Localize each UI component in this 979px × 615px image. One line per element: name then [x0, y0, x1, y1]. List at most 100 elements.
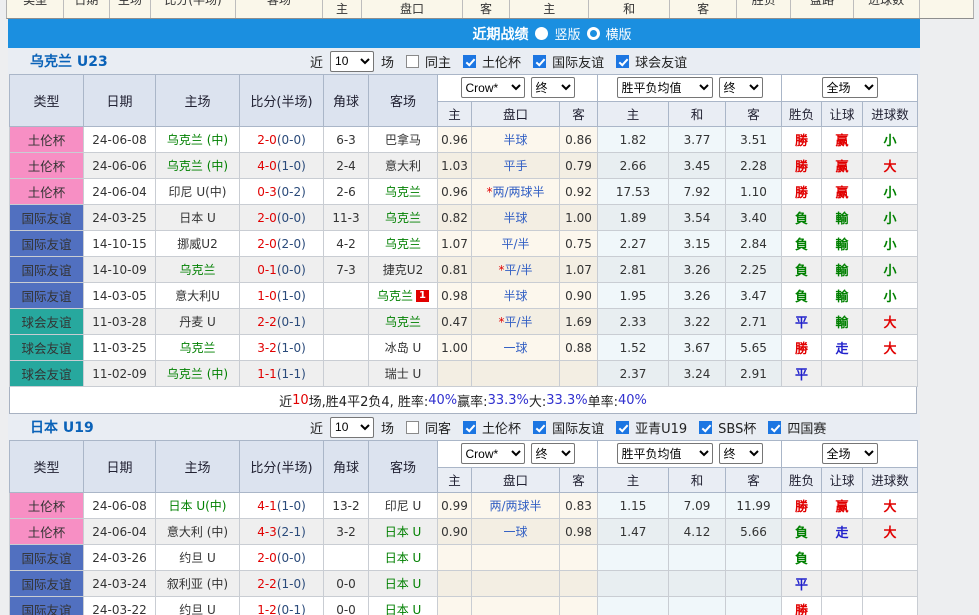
europe-metric-select[interactable]: 胜平负均值 [617, 443, 713, 464]
cell-goals: 小 [863, 231, 918, 257]
fulltime-score: 0-1 [257, 263, 277, 277]
strip-label-7: 客 [463, 0, 509, 18]
cell-euro-home: 1.15 [598, 493, 669, 519]
cell-corners: 0-0 [324, 571, 369, 597]
same-venue-checkbox-ukraine[interactable] [406, 55, 419, 68]
cell-handicap: 走 [822, 519, 863, 545]
cell-asia-home [438, 545, 472, 571]
strip-label-5: 主 [323, 0, 361, 18]
cell-outcome: 平 [782, 361, 822, 387]
cell-euro-home: 17.53 [598, 179, 669, 205]
cell-euro-draw: 3.26 [669, 283, 726, 309]
cell-asia-home [438, 571, 472, 597]
odds-company-select[interactable]: Crow* [461, 77, 525, 98]
competition-checkbox-japan-0[interactable] [463, 421, 476, 434]
competition-label-japan-3: SBS杯 [718, 418, 756, 437]
strip-cell-3: 比分(半场) [151, 0, 236, 18]
cell-handicap-value: 赢 [835, 134, 848, 149]
summary-part-5: 33.3% [488, 393, 529, 408]
halftime-score: (0-2) [277, 185, 306, 199]
cell-handicap: 赢 [822, 127, 863, 153]
cell-outcome-value: 負 [795, 238, 808, 253]
same-venue-checkbox-japan[interactable] [406, 421, 419, 434]
halftime-score: (2-1) [277, 525, 306, 539]
europe-metric-select[interactable]: 胜平负均值 [617, 77, 713, 98]
odds-time-select[interactable]: 终 [531, 443, 575, 464]
cell-score: 2-0(0-0) [240, 127, 324, 153]
cell-score: 1-2(0-1) [240, 597, 324, 615]
cell-goals-value: 小 [883, 186, 896, 201]
competition-checkbox-ukraine-2[interactable] [616, 55, 629, 68]
scope-select[interactable]: 全场 [822, 77, 878, 98]
strip-cell-1: 日期 [64, 0, 109, 18]
cell-euro-draw: 3.67 [669, 335, 726, 361]
competition-label-japan-0: 土伦杯 [482, 418, 521, 437]
odds-time-select[interactable]: 终 [531, 77, 575, 98]
subcol-euro-away: 客 [726, 467, 782, 493]
cell-goals: 大 [863, 153, 918, 179]
cell-asia-home [438, 361, 472, 387]
scope-select[interactable]: 全场 [822, 443, 878, 464]
cell-home: 约旦 U [156, 597, 240, 615]
layout-radio-0[interactable] [535, 27, 548, 40]
cell-asia-away: 1.00 [560, 205, 598, 231]
cell-euro-draw: 3.77 [669, 127, 726, 153]
subcol-result-outcome: 胜负 [782, 467, 822, 493]
card-badge: 1 [416, 290, 429, 302]
cell-outcome: 負 [782, 257, 822, 283]
cell-asia-home: 0.99 [438, 493, 472, 519]
competition-checkbox-japan-2[interactable] [616, 421, 629, 434]
subcol-euro-draw: 和 [669, 101, 726, 127]
subcol-euro-draw: 和 [669, 467, 726, 493]
cell-goals: 小 [863, 205, 918, 231]
competition-checkbox-japan-1[interactable] [533, 421, 546, 434]
cell-euro-draw [669, 597, 726, 615]
europe-time-select[interactable]: 终 [719, 77, 763, 98]
competition-checkbox-japan-3[interactable] [699, 421, 712, 434]
cell-goals-value: 小 [883, 290, 896, 305]
strip-label-1: 日期 [64, 0, 108, 9]
cell-asia-line [472, 545, 560, 571]
cell-asia-away: 0.75 [560, 231, 598, 257]
cell-goals-value: 小 [883, 264, 896, 279]
cell-goals-value: 大 [883, 160, 896, 175]
cell-outcome: 負 [782, 283, 822, 309]
cell-score: 3-2(1-0) [240, 335, 324, 361]
cell-euro-home [598, 545, 669, 571]
cell-outcome-value: 負 [795, 264, 808, 279]
cell-home: 乌克兰 [156, 257, 240, 283]
recent-results-banner: 近期战绩 竖版横版 [8, 19, 920, 48]
fulltime-score: 4-3 [257, 525, 277, 539]
cell-type: 球会友谊 [10, 361, 84, 387]
competition-checkbox-ukraine-0[interactable] [463, 55, 476, 68]
away-team-name: 乌克兰 [377, 289, 413, 303]
cell-date: 24-06-04 [84, 519, 156, 545]
cell-goals-value: 大 [883, 316, 896, 331]
cell-euro-home: 2.27 [598, 231, 669, 257]
cell-asia-away: 0.92 [560, 179, 598, 205]
away-team-name: 日本 U [385, 577, 422, 591]
recent-count-select[interactable]: 10 [330, 51, 374, 72]
cell-goals [863, 571, 918, 597]
halftime-score: (1-1) [277, 367, 306, 381]
competition-checkbox-japan-4[interactable] [768, 421, 781, 434]
cell-asia-away: 1.07 [560, 257, 598, 283]
odds-company-select[interactable]: Crow* [461, 443, 525, 464]
cell-score: 2-2(0-1) [240, 309, 324, 335]
cell-handicap-value: 輸 [835, 290, 848, 305]
cell-asia-away: 0.86 [560, 127, 598, 153]
cell-asia-line: 半球 [472, 127, 560, 153]
recent-count-select[interactable]: 10 [330, 417, 374, 438]
cell-goals: 小 [863, 179, 918, 205]
competition-checkbox-ukraine-1[interactable] [533, 55, 546, 68]
home-team-name: 意大利 (中) [167, 525, 228, 539]
layout-radio-1[interactable] [587, 27, 600, 40]
strip-cell-9: 和 [589, 0, 670, 18]
filters-japan: 近10场同客土伦杯国际友谊亚青U19SBS杯四国赛 [310, 414, 826, 440]
summary-ukraine: 近10场,胜4平2负4, 胜率:40% 赢率:33.3% 大:33.3% 单率:… [9, 387, 917, 414]
section-bar-japan: 日本 U19近10场同客土伦杯国际友谊亚青U19SBS杯四国赛 [8, 414, 920, 440]
away-team-name: 乌克兰 [385, 185, 421, 199]
cell-handicap: 輸 [822, 283, 863, 309]
europe-time-select[interactable]: 终 [719, 443, 763, 464]
cell-outcome: 勝 [782, 153, 822, 179]
